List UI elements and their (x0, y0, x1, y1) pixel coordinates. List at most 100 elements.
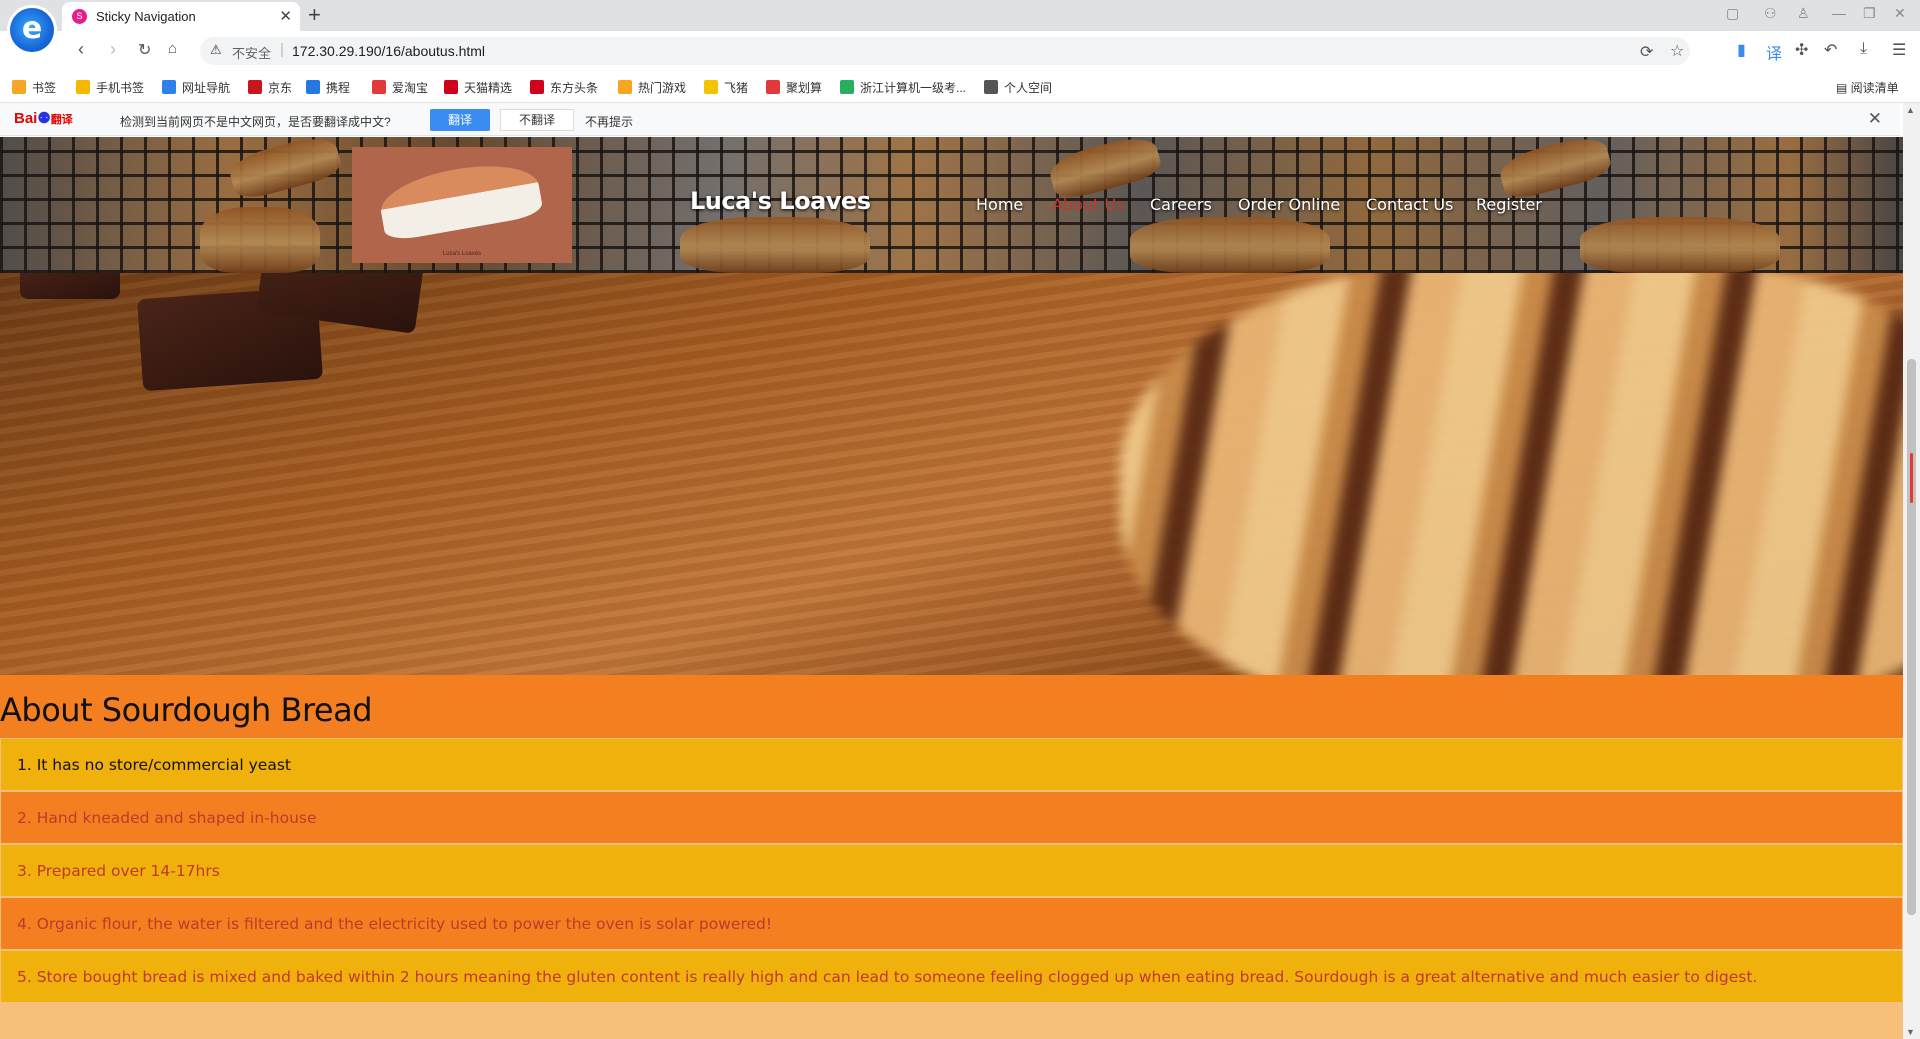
bookmark-item[interactable]: 热门游戏 (618, 79, 686, 96)
bookmark-item[interactable]: 网址导航 (162, 79, 230, 96)
skin-icon[interactable]: ⚇ (1764, 5, 1777, 22)
forward-icon[interactable]: › (110, 39, 116, 60)
bookmark-label: 个人空间 (1004, 81, 1053, 95)
page-viewport: Luca's Loaves Luca's Loaves Home About U… (0, 137, 1903, 1039)
bookmark-label: 聚划算 (786, 81, 823, 95)
fact-text: 5. Store bought bread is mixed and baked… (17, 968, 1758, 986)
download-icon[interactable]: ⤓ (1860, 40, 1867, 58)
bookmark-item[interactable]: 东方头条 (530, 79, 598, 96)
translate-close-icon[interactable]: ✕ (1868, 109, 1882, 129)
favorite-star-icon[interactable]: ☆ (1670, 41, 1684, 61)
bookmark-item[interactable]: 飞猪 (704, 79, 748, 96)
new-tab-button[interactable]: + (308, 2, 321, 28)
space-icon (984, 80, 998, 94)
bookmark-label: 爱淘宝 (392, 81, 429, 95)
shirt-icon[interactable]: ♙ (1797, 5, 1810, 22)
address-bar[interactable]: ⚠ 不安全 | 172.30.29.190/16/aboutus.html ⟳ … (200, 37, 1690, 65)
bookmark-label: 携程 (326, 81, 351, 95)
tab-title: Sticky Navigation (96, 9, 196, 24)
bread-logo-icon (376, 155, 544, 243)
baidu-translate-logo: Bai⚉翻译 (14, 110, 73, 127)
tmall-icon (444, 80, 458, 94)
scroll-marker (1910, 453, 1913, 503)
fact-text: 4. Organic flour, the water is filtered … (17, 915, 773, 933)
insecure-label: 不安全 (232, 46, 272, 61)
close-window-icon[interactable]: ✕ (1894, 5, 1906, 22)
home-icon[interactable]: ⌂ (168, 40, 177, 57)
sidebar-toggle-icon[interactable]: ▢ (1726, 5, 1739, 22)
nav-register[interactable]: Register (1476, 195, 1542, 214)
hero-image (0, 273, 1903, 675)
tab-sticky-navigation[interactable]: S Sticky Navigation ✕ (62, 2, 300, 31)
bookmark-item[interactable]: 京东 (248, 79, 292, 96)
bookmark-label: 浙江计算机一级考... (860, 81, 967, 95)
translate-button[interactable]: 翻译 (430, 109, 490, 131)
bookmark-label: 手机书签 (96, 81, 145, 95)
news-icon (530, 80, 544, 94)
ctrip-icon (306, 80, 320, 94)
browser-tab-bar: S Sticky Navigation ✕ + ▢ ⚇ ♙ — ❐ ✕ (0, 0, 1920, 31)
bread-roll-image (1120, 273, 1903, 675)
scroll-down-icon[interactable]: ▼ (1906, 1027, 1915, 1037)
bookmark-label: 热门游戏 (638, 81, 687, 95)
url-text[interactable]: 172.30.29.190/16/aboutus.html (292, 43, 485, 59)
reload-icon[interactable]: ↻ (138, 40, 151, 60)
bookmark-label: 天猫精选 (464, 81, 513, 95)
nav-home[interactable]: Home (976, 195, 1023, 214)
bookmark-item[interactable]: 浙江计算机一级考... (840, 79, 966, 96)
nav-careers[interactable]: Careers (1150, 195, 1212, 214)
fact-text: 1. It has no store/commercial yeast (17, 756, 291, 774)
tab-favicon-icon: S (72, 9, 87, 24)
fact-text: 3. Prepared over 14-17hrs (17, 862, 220, 880)
nav-contact-us[interactable]: Contact Us (1366, 195, 1453, 214)
fact-item: 2. Hand kneaded and shaped in-house (0, 791, 1903, 844)
translate-message: 检测到当前网页不是中文网页，是否要翻译成中文? (120, 115, 391, 129)
address-separator: | (280, 41, 284, 58)
bookmark-item[interactable]: 个人空间 (984, 79, 1052, 96)
menu-icon[interactable]: ☰ (1892, 40, 1906, 60)
page-scrollbar[interactable]: ▲ ▼ (1903, 103, 1920, 1039)
about-section: About Sourdough Bread 1. It has no store… (0, 675, 1903, 1039)
nav-order-online[interactable]: Order Online (1238, 195, 1340, 214)
warning-icon: ⚠ (210, 42, 222, 57)
compass-icon (162, 80, 176, 94)
logo-caption: Luca's Loaves (442, 251, 482, 257)
bookmark-item[interactable]: 书签 (12, 79, 56, 96)
reading-list-icon: ▤ (1836, 81, 1851, 95)
bookmark-item[interactable]: 手机书签 (76, 79, 144, 96)
scroll-thumb[interactable] (1907, 359, 1916, 915)
bookmark-item[interactable]: 爱淘宝 (372, 79, 428, 96)
never-remind-button[interactable]: 不再提示 (585, 113, 633, 130)
share-icon[interactable]: ⟳ (1640, 42, 1653, 62)
restore-icon[interactable]: ❐ (1863, 5, 1876, 22)
extension-blue-icon[interactable]: ▮ (1737, 40, 1746, 60)
undo-icon[interactable]: ↶ (1824, 40, 1837, 60)
bookmark-item[interactable]: 聚划算 (766, 79, 822, 96)
bookmark-label: 网址导航 (182, 81, 231, 95)
fact-item: 4. Organic flour, the water is filtered … (0, 897, 1903, 950)
scroll-up-icon[interactable]: ▲ (1906, 105, 1915, 115)
nav-about-us[interactable]: About Us (1052, 195, 1124, 214)
jd-icon (248, 80, 262, 94)
fact-text: 2. Hand kneaded and shaped in-house (17, 809, 317, 827)
bookmark-item[interactable]: 携程 (306, 79, 350, 96)
back-icon[interactable]: ‹ (78, 39, 84, 60)
dont-translate-button[interactable]: 不翻译 (500, 109, 574, 131)
browser-toolbar: ‹ › ↻ ⌂ ⚠ 不安全 | 172.30.29.190/16/aboutus… (0, 31, 1920, 71)
bookmarks-bar: 书签 手机书签 网址导航 京东 携程 爱淘宝 天猫精选 东方头条 热门游戏 飞猪 聚划算 浙江计算机一… (0, 71, 1920, 103)
bookmark-label: 东方头条 (550, 81, 599, 95)
game-icon (618, 80, 632, 94)
extensions-icon[interactable]: ✣ (1795, 40, 1808, 60)
minimize-icon[interactable]: — (1832, 5, 1846, 21)
fact-item: 1. It has no store/commercial yeast (0, 738, 1903, 791)
exam-icon (840, 80, 854, 94)
translate-icon[interactable]: 译 (1766, 40, 1782, 64)
site-logo[interactable]: Luca's Loaves (352, 147, 572, 263)
tab-close-icon[interactable]: ✕ (279, 7, 292, 25)
bookmark-item[interactable]: 天猫精选 (444, 79, 512, 96)
reading-list-button[interactable]: ▤ 阅读清单 (1836, 79, 1899, 96)
bookmark-icon (76, 80, 90, 94)
juhuasuan-icon (766, 80, 780, 94)
site-brand[interactable]: Luca's Loaves (690, 187, 871, 215)
star-icon (12, 80, 26, 94)
